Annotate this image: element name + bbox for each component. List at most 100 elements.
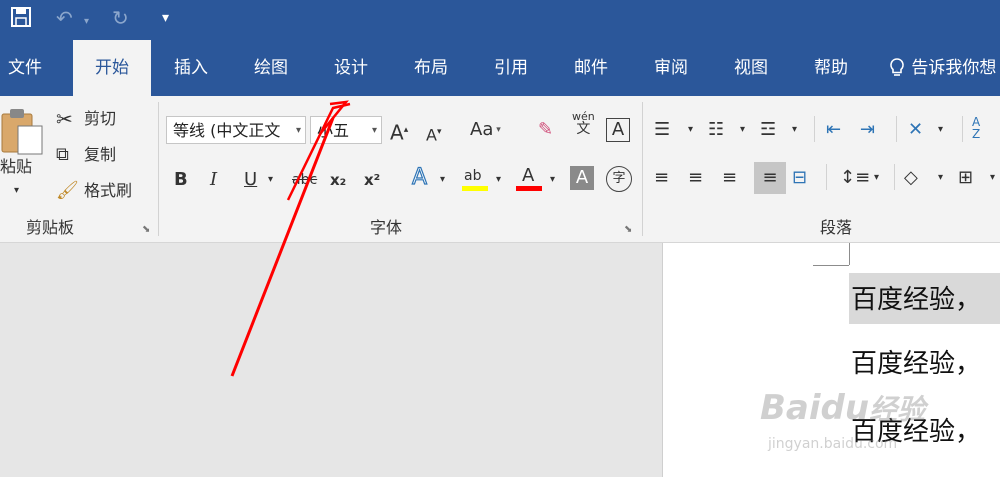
- customize-qat-icon[interactable]: ▾: [162, 6, 169, 30]
- shading-dropdown-icon[interactable]: ▾: [938, 166, 943, 190]
- font-color-button[interactable]: A: [516, 162, 544, 192]
- paste-button[interactable]: 粘贴 ▾: [0, 106, 44, 196]
- divider: [896, 116, 897, 142]
- decrease-indent-icon[interactable]: ⇤: [826, 118, 841, 142]
- tab-design[interactable]: 设计: [321, 40, 381, 96]
- redo-icon[interactable]: ↻: [112, 6, 129, 30]
- undo-dropdown-icon[interactable]: ▾: [84, 10, 89, 34]
- shading-bucket-icon[interactable]: ◇: [904, 166, 918, 190]
- chevron-down-icon: ▾: [371, 125, 377, 136]
- paste-icon: [1, 109, 43, 155]
- document-line-selected[interactable]: 百度经验，: [849, 273, 1000, 324]
- font-group-label: 字体: [370, 218, 403, 237]
- font-size-combo[interactable]: 小五 ▾: [310, 116, 382, 144]
- multilevel-dropdown-icon[interactable]: ▾: [792, 118, 797, 142]
- group-divider: [158, 102, 159, 236]
- watermark-logo: Baidu经验: [760, 388, 926, 428]
- watermark-url: jingyan.baidu.com: [768, 436, 898, 452]
- tab-help[interactable]: 帮助: [801, 40, 861, 96]
- paragraph-group-label: 段落: [820, 218, 853, 237]
- subscript-button[interactable]: x₂: [330, 168, 346, 192]
- strikethrough-button[interactable]: abc: [292, 168, 317, 192]
- tab-layout[interactable]: 布局: [401, 40, 461, 96]
- bullets-dropdown-icon[interactable]: ▾: [688, 118, 693, 142]
- tab-insert[interactable]: 插入: [161, 40, 221, 96]
- ribbon-home: 粘贴 ▾ ✂ 剪切 ⧉ 复制 🖌 格式刷 剪贴板 ⬊ 等线 (中文正文 ▾ 小五…: [0, 96, 1000, 243]
- highlight-dropdown-icon[interactable]: ▾: [496, 168, 501, 192]
- document-line[interactable]: 百度经验，: [851, 343, 981, 380]
- chinese-layout-icon[interactable]: ✕: [908, 118, 923, 142]
- grow-font-button[interactable]: A▴: [390, 118, 408, 145]
- align-left-icon[interactable]: ≡: [654, 166, 669, 190]
- underline-button[interactable]: U: [244, 168, 257, 192]
- save-icon[interactable]: [10, 6, 32, 33]
- paintbrush-icon: 🖌: [56, 180, 79, 201]
- change-case-button[interactable]: Aa ▾: [470, 118, 501, 142]
- format-painter-label: 格式刷: [84, 181, 133, 200]
- font-launcher-icon[interactable]: ⬊: [624, 224, 632, 235]
- tab-view[interactable]: 视图: [721, 40, 781, 96]
- clipboard-launcher-icon[interactable]: ⬊: [142, 224, 150, 235]
- bold-button[interactable]: B: [174, 168, 188, 192]
- font-color-swatch: [516, 186, 542, 191]
- scissors-icon: ✂: [56, 107, 73, 131]
- crop-mark: [813, 265, 849, 266]
- highlight-color-swatch: [462, 186, 488, 191]
- font-name-combo[interactable]: 等线 (中文正文 ▾: [166, 116, 306, 144]
- sort-icon[interactable]: AZ: [972, 116, 980, 140]
- document-background: [0, 243, 662, 477]
- lightbulb-icon: [888, 58, 911, 78]
- underline-dropdown-icon[interactable]: ▾: [268, 168, 273, 192]
- undo-icon[interactable]: ↶: [56, 6, 73, 30]
- borders-dropdown-icon[interactable]: ▾: [990, 166, 995, 190]
- line-spacing-dropdown-icon[interactable]: ▾: [874, 166, 879, 190]
- enclose-characters-button[interactable]: 字: [606, 166, 632, 192]
- clipboard-group-label: 剪贴板: [26, 218, 75, 237]
- copy-icon: ⧉: [56, 144, 69, 165]
- cut-label: 剪切: [84, 109, 117, 128]
- italic-button[interactable]: I: [210, 168, 217, 192]
- chevron-down-icon: ▾: [295, 125, 301, 136]
- tell-me-box[interactable]: 告诉我你想: [888, 40, 1000, 96]
- align-right-icon[interactable]: ≡: [722, 166, 737, 190]
- font-name-value: 等线 (中文正文: [173, 121, 281, 140]
- bullets-icon[interactable]: ☰: [654, 118, 670, 142]
- tab-file[interactable]: 文件: [0, 40, 50, 96]
- borders-icon[interactable]: ⊞: [958, 166, 973, 190]
- text-effects-dropdown-icon[interactable]: ▾: [440, 168, 445, 192]
- divider: [962, 116, 963, 142]
- tab-draw[interactable]: 绘图: [241, 40, 301, 96]
- justify-icon[interactable]: ≡: [754, 162, 786, 194]
- increase-indent-icon[interactable]: ⇥: [860, 118, 875, 142]
- ribbon-tabs: 文件 开始 插入 绘图 设计 布局 引用 邮件 审阅 视图 帮助 告诉我你想: [0, 40, 1000, 96]
- superscript-button[interactable]: x²: [364, 168, 380, 192]
- font-size-value: 小五: [317, 121, 350, 140]
- phonetic-guide-button[interactable]: wén 文: [572, 110, 595, 136]
- chinese-layout-dropdown-icon[interactable]: ▾: [938, 118, 943, 142]
- copy-label: 复制: [84, 145, 117, 164]
- align-center-icon[interactable]: ≡: [688, 166, 703, 190]
- highlight-button[interactable]: ab: [462, 162, 490, 192]
- group-divider: [642, 102, 643, 236]
- font-color-dropdown-icon[interactable]: ▾: [550, 168, 555, 192]
- tab-review[interactable]: 审阅: [641, 40, 701, 96]
- tab-home[interactable]: 开始: [73, 40, 151, 96]
- clear-formatting-icon[interactable]: ✎: [538, 118, 553, 142]
- shrink-font-button[interactable]: A▾: [426, 120, 441, 147]
- divider: [814, 116, 815, 142]
- crop-mark: [849, 243, 850, 265]
- multilevel-list-icon[interactable]: ☲: [760, 118, 776, 142]
- tell-me-label: 告诉我你想: [911, 58, 997, 78]
- quick-access-toolbar: ↶ ▾ ↻ ▾: [0, 0, 1000, 40]
- character-shading-button[interactable]: A: [570, 166, 594, 190]
- divider: [894, 164, 895, 190]
- paste-dropdown-icon[interactable]: ▾: [14, 180, 19, 202]
- numbering-icon[interactable]: ☷: [708, 118, 724, 142]
- tab-references[interactable]: 引用: [481, 40, 541, 96]
- tab-mailings[interactable]: 邮件: [561, 40, 621, 96]
- numbering-dropdown-icon[interactable]: ▾: [740, 118, 745, 142]
- text-effects-button[interactable]: A: [411, 165, 427, 190]
- distributed-icon[interactable]: ⊟: [792, 166, 807, 190]
- character-border-button[interactable]: A: [606, 118, 630, 142]
- line-spacing-icon[interactable]: ↕≡: [840, 166, 870, 190]
